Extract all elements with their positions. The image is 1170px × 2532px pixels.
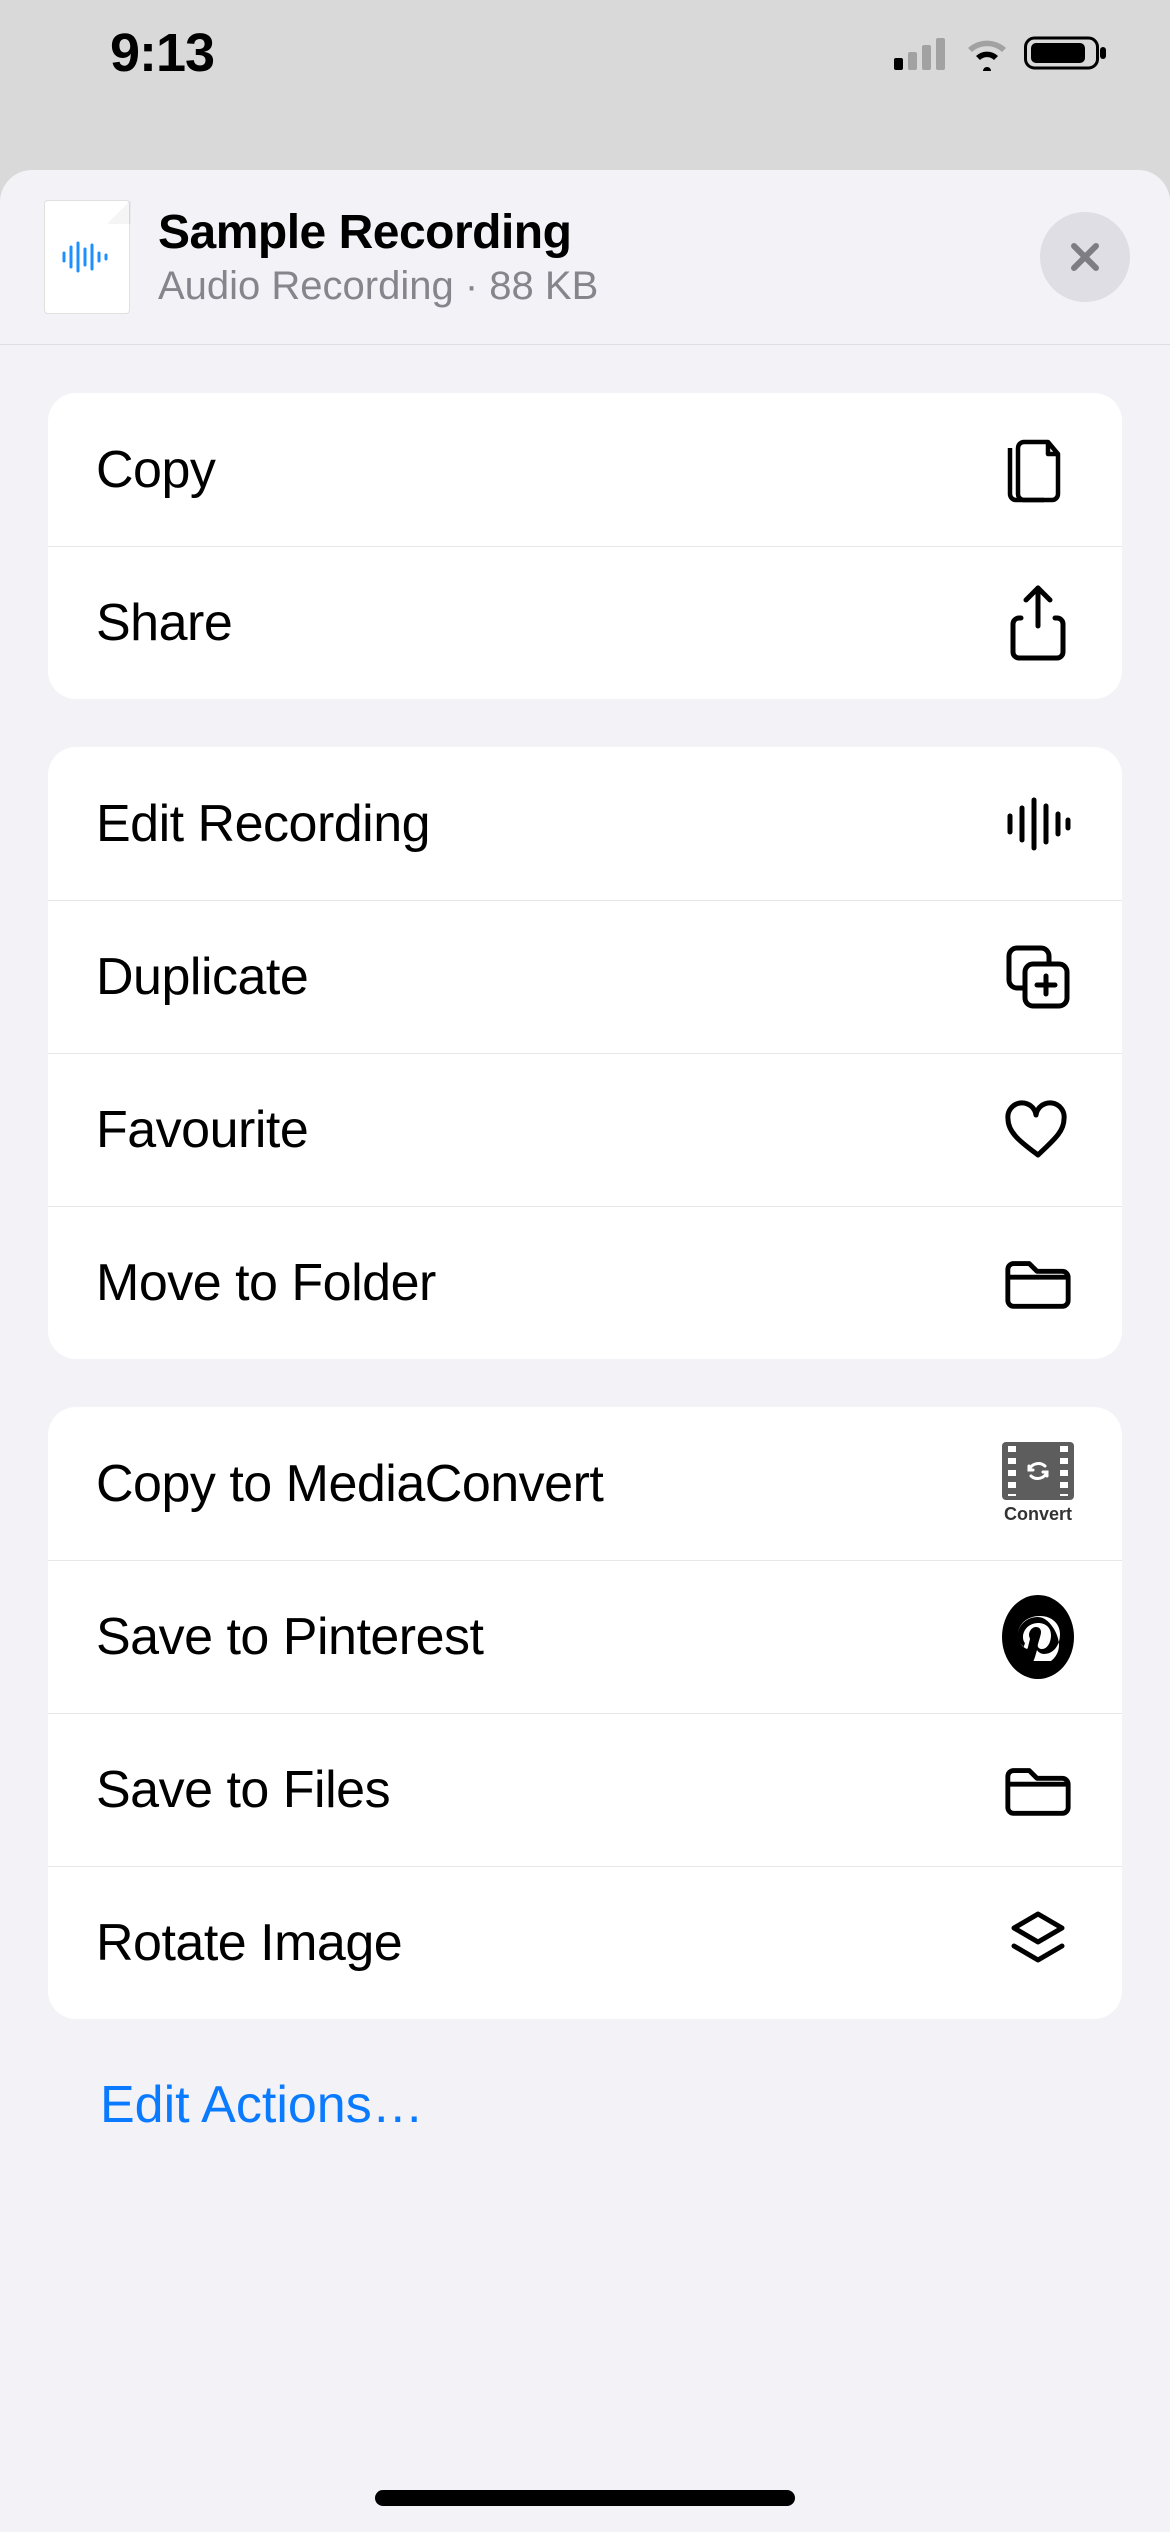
rotate-image-action[interactable]: Rotate Image <box>48 1866 1122 2019</box>
duplicate-action[interactable]: Duplicate <box>48 900 1122 1053</box>
status-indicators <box>894 33 1110 73</box>
edit-actions-link[interactable]: Edit Actions… <box>48 2067 1122 2135</box>
action-label: Save to Pinterest <box>96 1607 484 1667</box>
action-label: Copy to MediaConvert <box>96 1454 603 1514</box>
sheet-header: Sample Recording Audio Recording · 88 KB <box>0 170 1170 345</box>
action-label: Share <box>96 593 232 653</box>
duplicate-icon <box>1002 942 1074 1012</box>
mediaconvert-icon: Convert <box>1002 1442 1074 1525</box>
close-button[interactable] <box>1040 212 1130 302</box>
save-to-files-action[interactable]: Save to Files <box>48 1713 1122 1866</box>
pinterest-icon <box>1002 1595 1074 1679</box>
folder-icon <box>1002 1762 1074 1818</box>
share-sheet: Sample Recording Audio Recording · 88 KB… <box>0 170 1170 2532</box>
action-label: Edit Recording <box>96 794 430 854</box>
action-label: Save to Files <box>96 1760 390 1820</box>
action-label: Copy <box>96 440 215 500</box>
file-subtitle: Audio Recording · 88 KB <box>158 264 1040 309</box>
folder-icon <box>1002 1255 1074 1311</box>
action-label: Duplicate <box>96 947 308 1007</box>
copy-to-mediaconvert-action[interactable]: Copy to MediaConvert Convert <box>48 1407 1122 1560</box>
file-title: Sample Recording <box>158 205 1040 260</box>
waveform-icon <box>60 241 114 273</box>
favourite-action[interactable]: Favourite <box>48 1053 1122 1206</box>
shortcuts-icon <box>1002 1908 1074 1978</box>
save-to-pinterest-action[interactable]: Save to Pinterest <box>48 1560 1122 1713</box>
action-group-3: Copy to MediaConvert Convert Save to Pin… <box>48 1407 1122 2019</box>
action-group-1: Copy Share <box>48 393 1122 699</box>
action-label: Move to Folder <box>96 1253 436 1313</box>
share-action[interactable]: Share <box>48 546 1122 699</box>
file-thumbnail <box>44 200 130 314</box>
action-label: Rotate Image <box>96 1913 402 1973</box>
share-icon <box>1002 584 1074 662</box>
sheet-body: Copy Share <box>0 345 1170 2135</box>
heart-icon <box>1002 1099 1074 1161</box>
status-time: 9:13 <box>110 22 214 84</box>
copy-action[interactable]: Copy <box>48 393 1122 546</box>
wifi-icon <box>962 35 1012 71</box>
status-bar: 9:13 <box>0 0 1170 105</box>
copy-icon <box>1002 432 1074 508</box>
action-label: Favourite <box>96 1100 308 1160</box>
move-to-folder-action[interactable]: Move to Folder <box>48 1206 1122 1359</box>
edit-recording-action[interactable]: Edit Recording <box>48 747 1122 900</box>
mediaconvert-caption: Convert <box>1004 1504 1072 1525</box>
cellular-icon <box>894 36 950 70</box>
waveform-icon <box>1002 796 1074 852</box>
close-icon <box>1065 237 1105 277</box>
home-indicator[interactable] <box>375 2490 795 2506</box>
action-group-2: Edit Recording Duplicate <box>48 747 1122 1359</box>
battery-icon <box>1024 33 1110 73</box>
